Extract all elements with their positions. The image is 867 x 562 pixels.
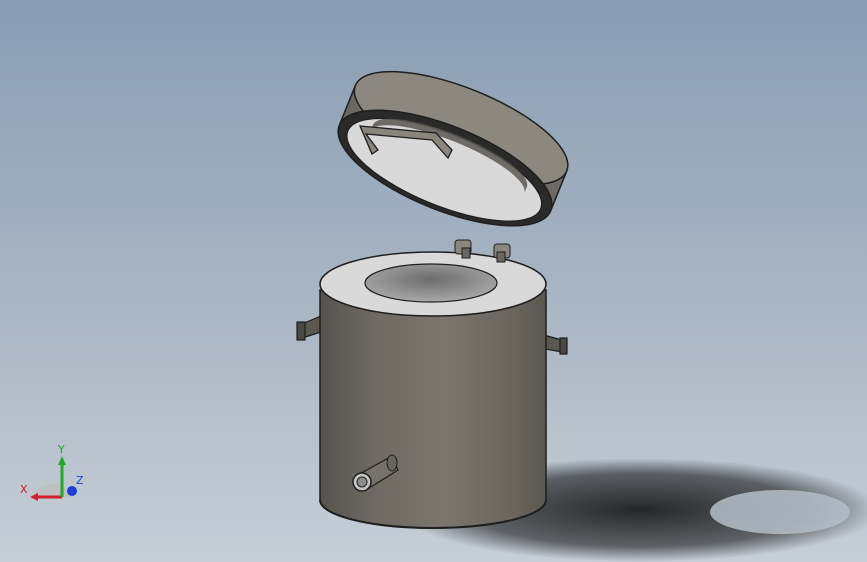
z-axis-marker xyxy=(67,486,77,496)
axis-triad: X Y Z xyxy=(20,443,84,501)
x-axis-label: X xyxy=(20,483,28,496)
z-axis-label: Z xyxy=(76,474,84,487)
y-axis-arrowhead xyxy=(58,456,66,465)
graphics-viewport[interactable]: X Y Z xyxy=(0,0,867,562)
left-handle xyxy=(296,315,322,341)
y-axis-label: Y xyxy=(57,443,65,456)
lid xyxy=(337,70,569,227)
model-scene[interactable] xyxy=(0,0,867,562)
